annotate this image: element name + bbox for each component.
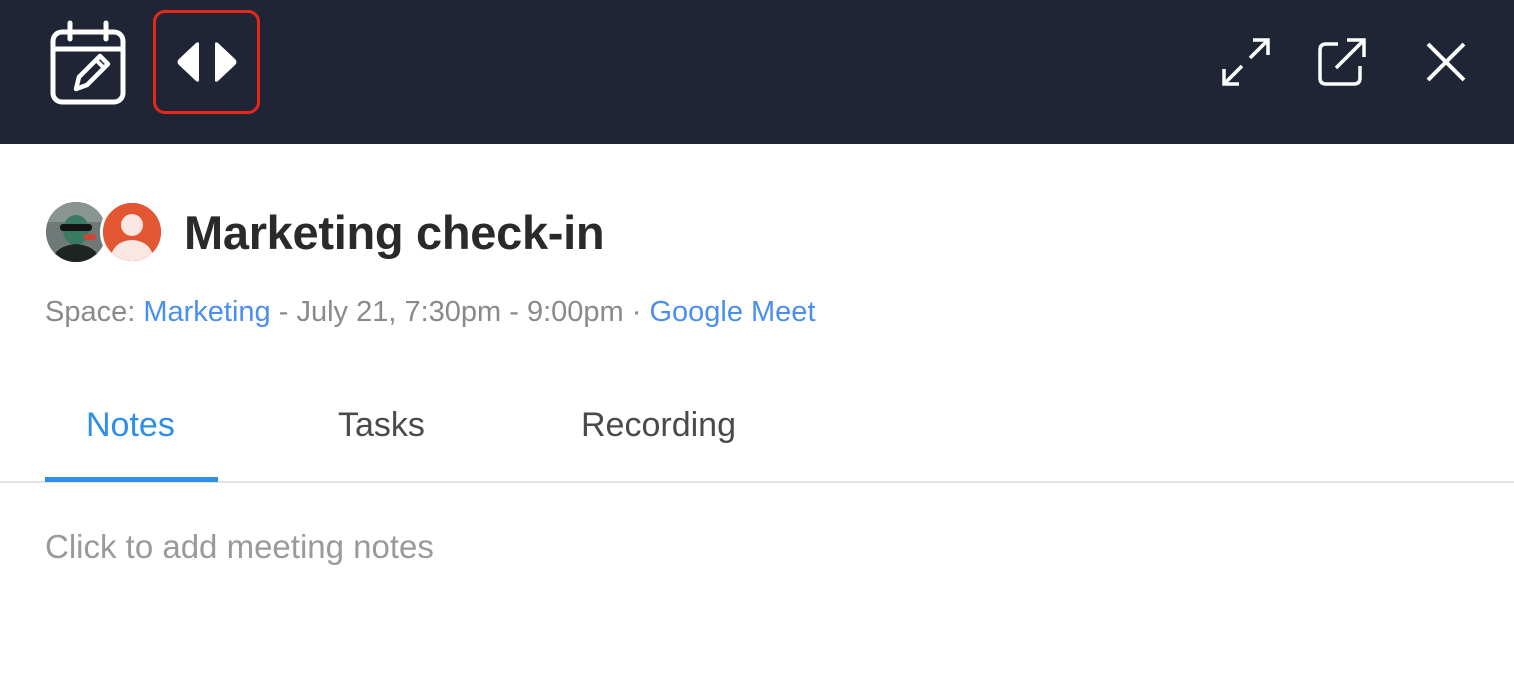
resize-panel-button[interactable] [153,10,260,114]
close-icon [1426,42,1466,82]
photo-avatar[interactable] [46,202,106,262]
tab-notes[interactable]: Notes [86,406,175,445]
avatar-photo-icon [46,202,106,262]
meeting-title: Marketing check-in [184,205,605,259]
conference-link[interactable]: Google Meet [649,296,815,328]
tab-recording[interactable]: Recording [581,406,736,445]
space-link[interactable]: Marketing [143,296,270,328]
expand-button[interactable] [1210,26,1282,98]
meeting-datetime: - July 21, 7:30pm - 9:00pm · [270,296,650,328]
tab-tasks[interactable]: Tasks [338,406,425,445]
edit-calendar-button[interactable] [40,12,136,112]
user-icon [103,203,161,261]
active-tab-indicator [45,477,218,482]
open-in-new-window-button[interactable] [1306,26,1378,98]
meeting-details: Space: Marketing - July 21, 7:30pm - 9:0… [45,296,816,329]
external-link-icon [1318,38,1366,86]
resize-horizontal-icon [177,42,236,82]
calendar-edit-icon [50,20,126,105]
meeting-header: Marketing check-in [46,200,605,264]
expand-icon [1222,38,1270,86]
default-user-avatar[interactable] [100,200,164,264]
space-label: Space: [45,296,144,328]
notes-editor[interactable]: Click to add meeting notes [45,528,434,566]
top-toolbar [0,0,1514,144]
tab-bar: Notes Tasks Recording [0,380,1514,483]
close-button[interactable] [1410,26,1482,98]
participant-avatars [46,200,164,264]
